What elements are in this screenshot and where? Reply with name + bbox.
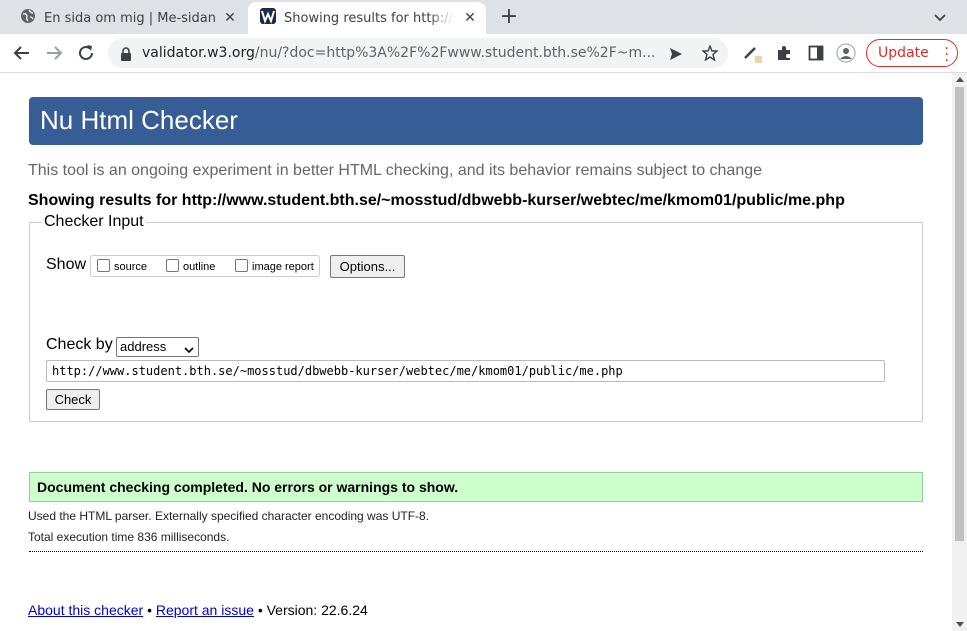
page-footer: About this checker • Report an issue • V… [28,602,368,618]
outline-checkbox[interactable] [166,259,179,272]
scrollbar-thumb[interactable] [955,87,964,541]
more-menu-icon[interactable]: · · · [945,42,949,68]
checker-input-fieldset: Checker Input Show source outline image … [29,213,923,422]
globe-icon [20,8,36,28]
star-icon[interactable] [701,44,719,65]
side-panel-icon[interactable] [806,43,826,63]
success-message: Document checking completed. No errors o… [29,472,923,502]
about-checker-link[interactable]: About this checker [28,602,143,618]
forward-icon[interactable] [44,43,64,63]
close-tab-icon[interactable]: ✕ [462,10,478,26]
profile-avatar-icon[interactable] [836,43,856,63]
show-label: Show [46,256,87,273]
scroll-up-icon[interactable] [956,77,964,82]
tab-strip: En sida om mig | Me-sidan ✕ Showing resu… [0,0,967,34]
url-text: validator.w3.org/nu/?doc=http%3A%2F%2Fww… [142,45,656,61]
document-url-input[interactable]: http://www.student.bth.se/~mosstud/dbweb… [46,360,885,382]
tab-me-sidan[interactable]: En sida om mig | Me-sidan ✕ [8,2,246,34]
showing-results-heading: Showing results for http://www.student.b… [28,192,845,209]
extensions-puzzle-icon[interactable] [774,43,794,63]
check-by-select[interactable]: address [116,337,199,357]
reload-icon[interactable] [76,43,96,63]
address-bar[interactable]: validator.w3.org/nu/?doc=http%3A%2F%2Fww… [108,38,728,68]
chevron-down-icon[interactable] [932,9,948,25]
new-tab-icon[interactable]: + [498,6,520,29]
vertical-scrollbar[interactable] [952,73,967,631]
report-issue-link[interactable]: Report an issue [156,602,254,618]
execution-time: Total execution time 836 milliseconds. [28,530,230,544]
footer-separator: • [147,602,152,618]
lock-icon[interactable] [120,46,132,65]
update-label: Update [878,45,929,61]
back-icon[interactable] [12,43,32,63]
show-options-group: source outline image report [90,255,320,277]
tab-title: En sida om mig | Me-sidan [44,10,216,26]
send-icon[interactable] [669,46,683,65]
close-tab-icon[interactable]: ✕ [222,10,238,26]
page-subtitle: This tool is an ongoing experiment in be… [28,162,763,179]
parser-note: Used the HTML parser. Externally specifi… [28,509,430,523]
footer-separator: • [257,602,263,618]
source-checkbox[interactable] [97,259,110,272]
check-by-value: address [120,339,167,354]
page-title: Nu Html Checker [40,105,238,135]
check-by-label: Check by [46,336,113,353]
check-button[interactable]: Check [46,389,100,410]
divider [29,551,923,552]
checker-input-legend: Checker Input [42,213,146,231]
page-header-banner: Nu Html Checker [29,97,923,145]
chevron-down-icon [184,342,194,354]
w3c-icon [260,8,276,28]
source-checkbox-label[interactable]: source [114,261,147,273]
scroll-down-icon[interactable] [956,622,964,627]
version-text: Version: 22.6.24 [266,602,368,618]
eyedropper-extension-icon[interactable] [742,43,762,63]
browser-toolbar: validator.w3.org/nu/?doc=http%3A%2F%2Fww… [0,34,967,73]
page-viewport: Nu Html Checker This tool is an ongoing … [0,73,952,631]
update-button[interactable]: Update · · · [866,39,958,68]
options-button[interactable]: Options... [330,255,405,278]
image-report-checkbox-label[interactable]: image report [252,261,314,273]
tab-validator[interactable]: Showing results for http://www.student.b… [248,2,486,34]
image-report-checkbox[interactable] [235,259,248,272]
outline-checkbox-label[interactable]: outline [183,261,215,273]
tab-title: Showing results for http://www.student.b… [284,10,454,26]
